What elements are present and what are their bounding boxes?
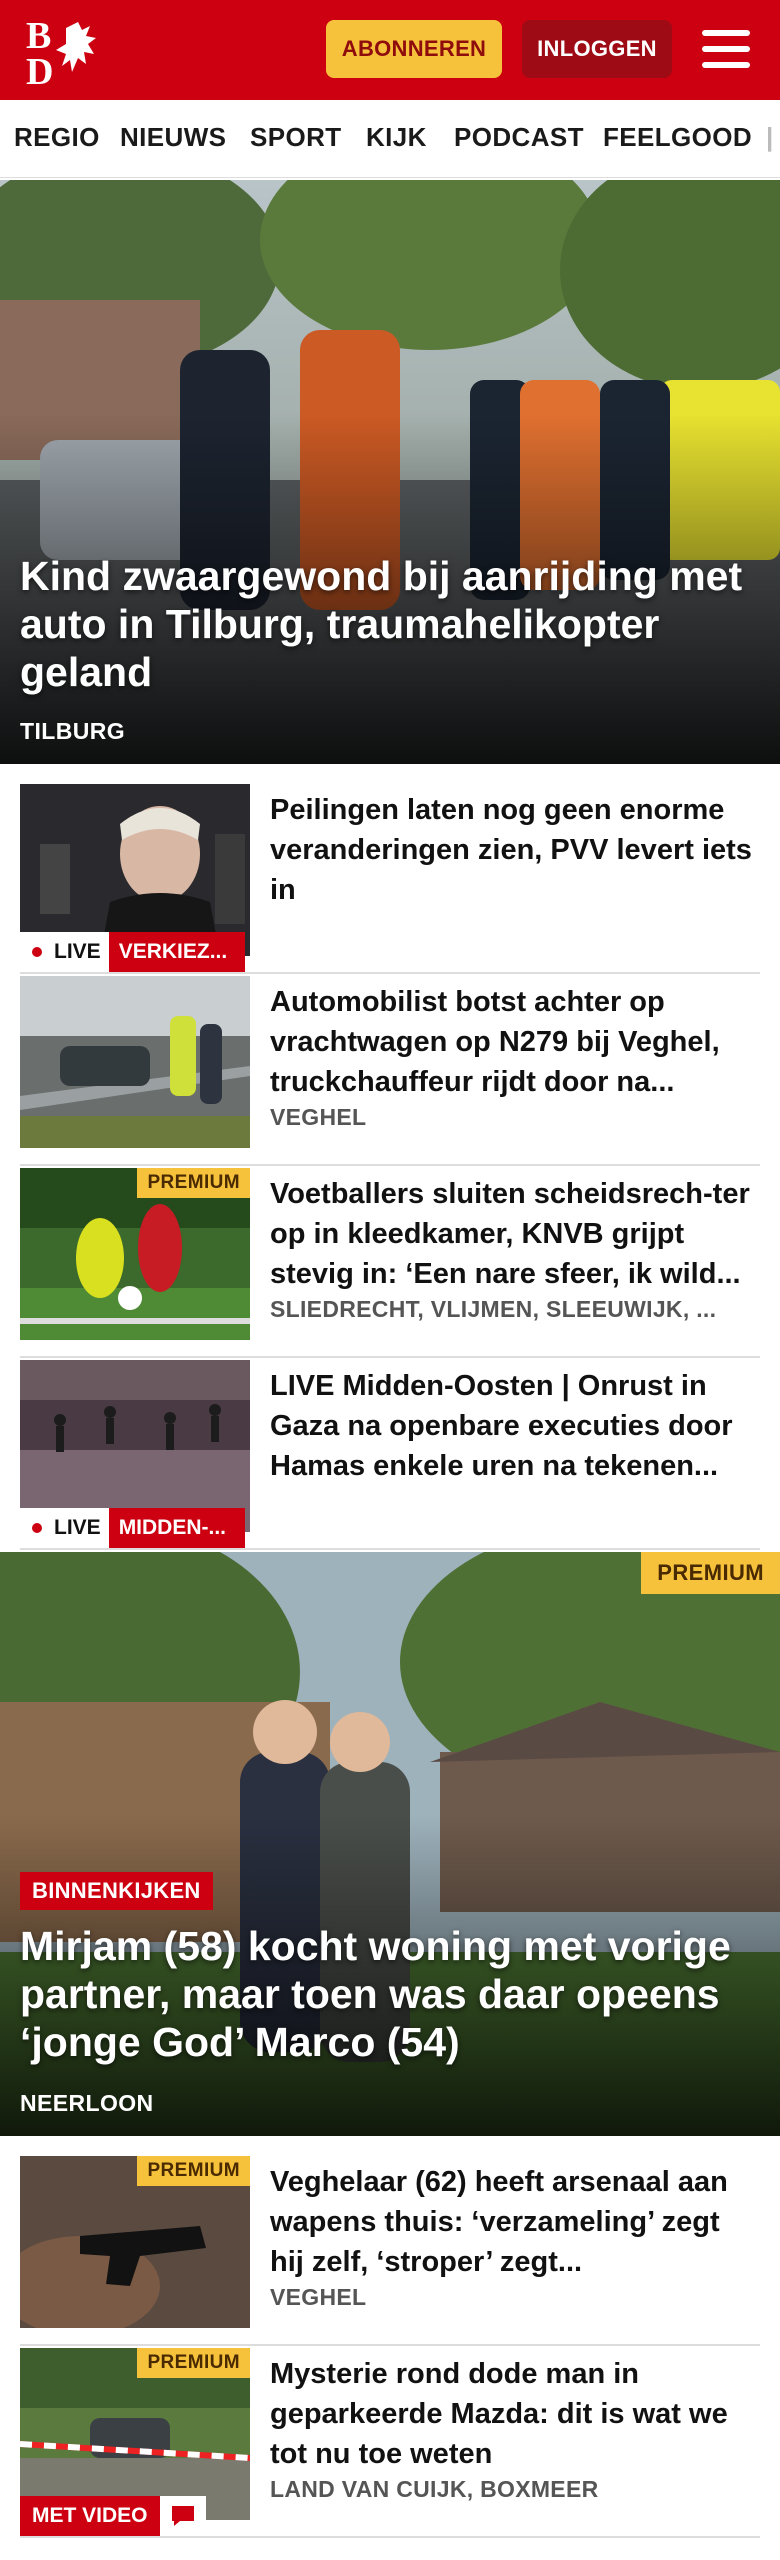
nav-item-kijk[interactable]: KIJK — [366, 122, 427, 153]
video-badge: MET VIDEO — [20, 2496, 206, 2536]
hero-location: TILBURG — [20, 718, 126, 744]
nav-item-feelgood[interactable]: FEELGOOD — [603, 122, 752, 153]
category-badge: VERKIEZ... — [108, 932, 245, 972]
article-title[interactable]: LIVE Midden-Oosten | Onrust in Gaza na o… — [270, 1366, 760, 1486]
article-thumbnail — [20, 976, 250, 1148]
article-location: LAND VAN CUIJK, BOXMEER — [270, 2476, 599, 2502]
article-thumbnail — [20, 1360, 250, 1532]
video-label: MET VIDEO — [20, 2496, 160, 2536]
nav-item-podcast[interactable]: PODCAST — [454, 122, 584, 153]
hero-article[interactable]: Kind zwaargewond bij aanrijding met auto… — [0, 180, 780, 764]
article-title[interactable]: Mysterie rond dode man in geparkeerde Ma… — [270, 2354, 760, 2474]
section-nav: REGIO NIEUWS SPORT KIJK PODCAST FEELGOOD… — [0, 100, 780, 178]
hero-title[interactable]: Kind zwaargewond bij aanrijding met auto… — [20, 552, 760, 696]
nav-item-sport[interactable]: SPORT — [250, 122, 342, 153]
article-location: VEGHEL — [270, 2284, 367, 2310]
premium-badge: PREMIUM — [641, 1552, 780, 1594]
article-title[interactable]: Veghelaar (62) heeft arsenaal aan wapens… — [270, 2162, 760, 2282]
article-card[interactable]: PREMIUM MET VIDEO Mysterie rond dode man… — [20, 2348, 760, 2538]
article-thumbnail — [20, 784, 250, 956]
live-badge: LIVE MIDDEN-... — [20, 1508, 245, 1548]
premium-badge: PREMIUM — [137, 2156, 250, 2186]
nav-item-nieuws[interactable]: NIEUWS — [120, 122, 226, 153]
article-location: SLIEDRECHT, VLIJMEN, SLEEUWIJK, ... — [270, 1296, 717, 1322]
bd-logo[interactable]: B D — [26, 14, 116, 93]
article-title[interactable]: Voetballers sluiten scheidsrech-ter op i… — [270, 1174, 760, 1294]
article-location: VEGHEL — [270, 1104, 367, 1130]
login-button[interactable]: INLOGGEN — [522, 20, 672, 78]
feature-title[interactable]: Mirjam (58) kocht woning met vorige part… — [20, 1922, 760, 2066]
menu-icon[interactable] — [700, 26, 752, 72]
article-card[interactable]: PREMIUM Veghelaar (62) heeft arsenaal aa… — [20, 2156, 760, 2346]
feature-location: NEERLOON — [20, 2090, 154, 2116]
article-title[interactable]: Peilingen laten nog geen enorme verander… — [270, 790, 760, 910]
nav-item-regio[interactable]: REGIO — [14, 122, 100, 153]
category-badge: MIDDEN-... — [108, 1508, 245, 1548]
feature-article[interactable]: PREMIUM BINNENKIJKEN Mirjam (58) kocht w… — [0, 1552, 780, 2136]
premium-badge: PREMIUM — [137, 2348, 250, 2378]
category-badge: BINNENKIJKEN — [20, 1872, 213, 1910]
live-badge: LIVE VERKIEZ... — [20, 932, 245, 972]
article-card[interactable]: LIVE VERKIEZ... Peilingen laten nog geen… — [20, 784, 760, 974]
live-dot-icon — [32, 1523, 42, 1533]
live-dot-icon — [32, 947, 42, 957]
site-header: B D ABONNEREN INLOGGEN — [0, 0, 780, 100]
comment-icon — [159, 2496, 206, 2536]
article-card[interactable]: LIVE MIDDEN-... LIVE Midden-Oosten | Onr… — [20, 1360, 760, 1550]
article-card[interactable]: Automobilist botst achter op vrachtwagen… — [20, 976, 760, 1166]
article-card[interactable]: PREMIUM Voetballers sluiten scheidsrech-… — [20, 1168, 760, 1358]
svg-text:D: D — [26, 51, 53, 86]
premium-badge: PREMIUM — [137, 1168, 250, 1198]
subscribe-button[interactable]: ABONNEREN — [326, 20, 502, 78]
nav-more-indicator: | — [766, 122, 774, 152]
article-title[interactable]: Automobilist botst achter op vrachtwagen… — [270, 982, 760, 1102]
